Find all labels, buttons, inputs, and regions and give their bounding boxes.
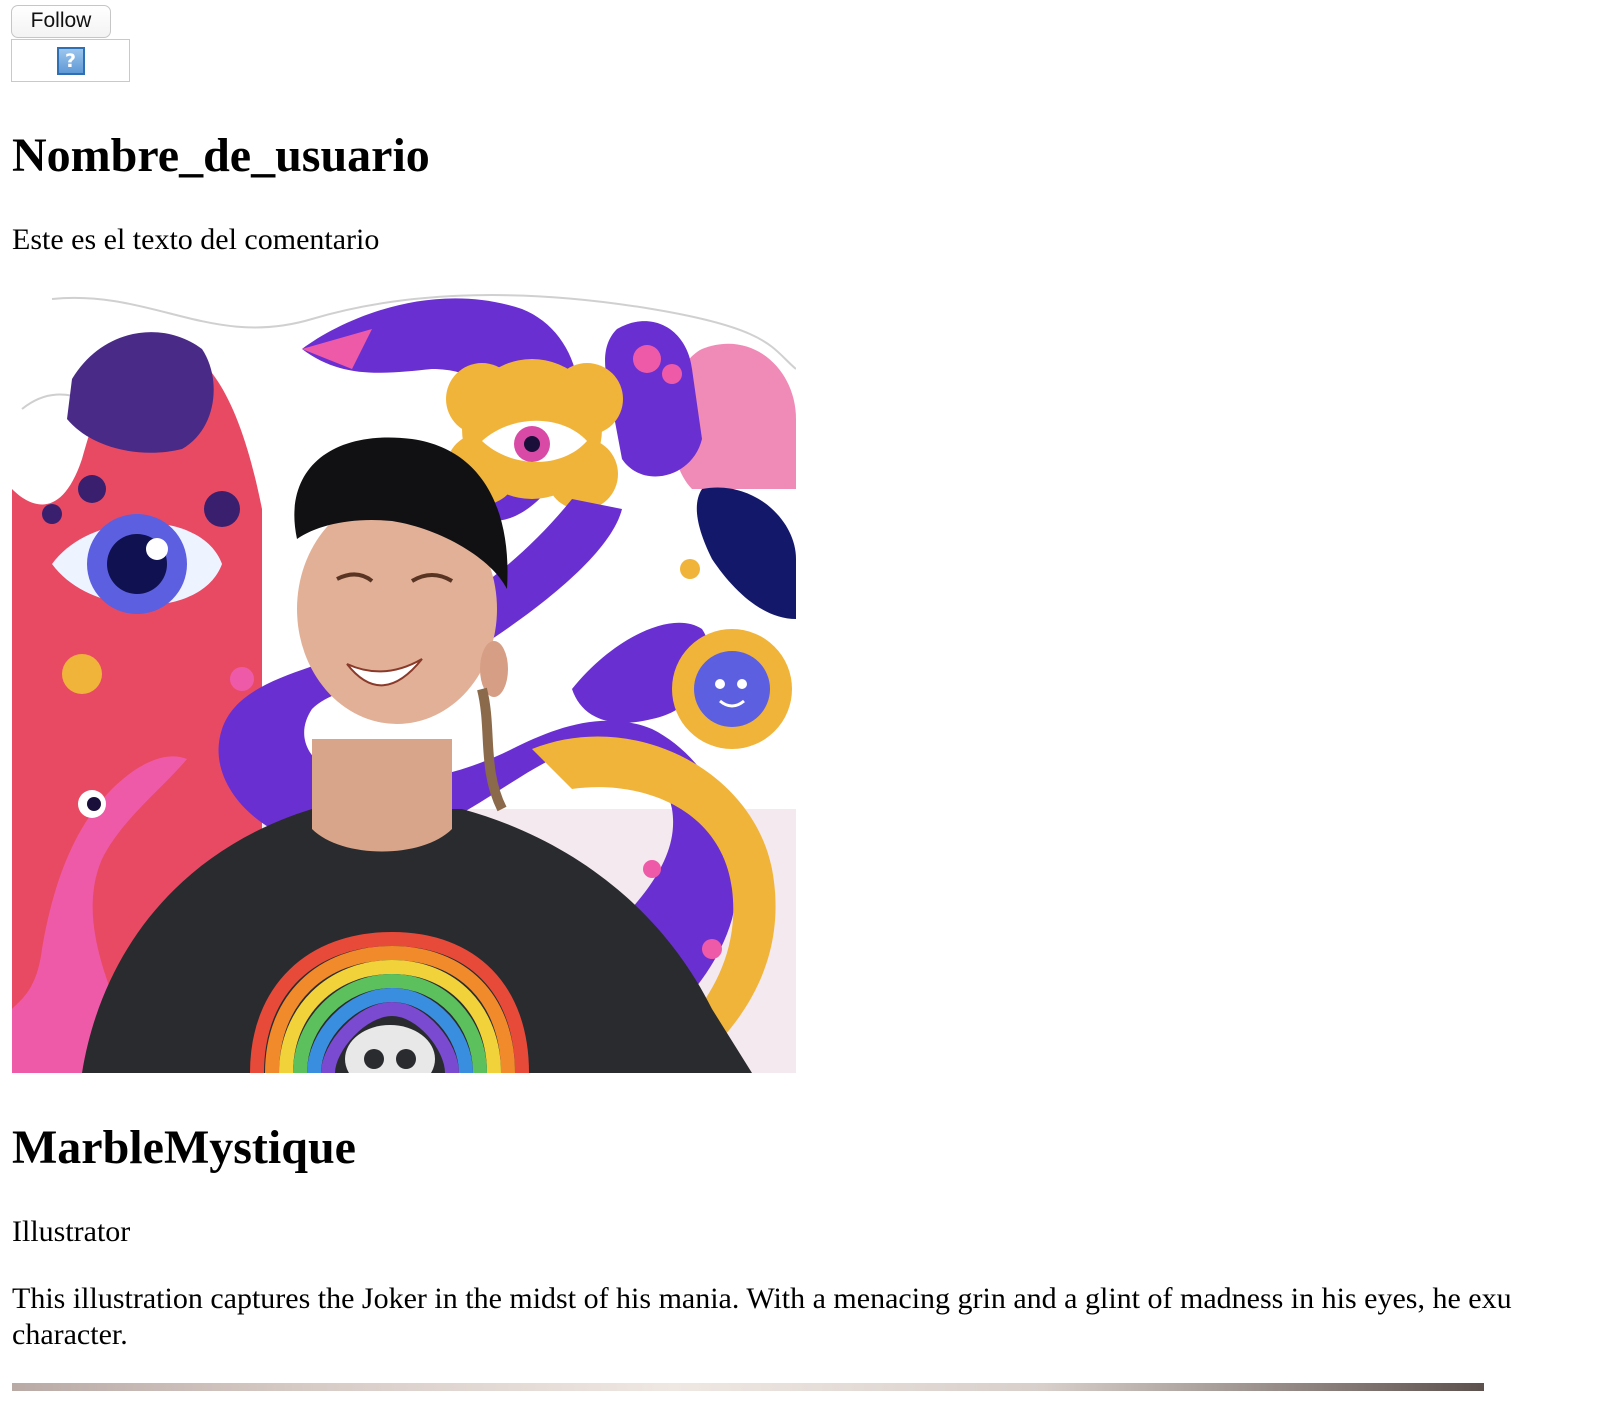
follow-button[interactable]: Follow: [11, 5, 111, 38]
comment-username: Nombre_de_usuario: [12, 129, 430, 182]
artist-role: Illustrator: [12, 1215, 131, 1248]
comment-text: Este es el texto del comentario: [12, 223, 380, 256]
artwork-description: This illustration captures the Joker in …: [12, 1282, 1512, 1351]
next-image-top-edge: [12, 1383, 1484, 1391]
question-mark-icon: ?: [56, 46, 85, 75]
featured-illustration-image: [12, 289, 796, 1073]
illustration-art: [12, 289, 796, 1073]
artist-name: MarbleMystique: [12, 1121, 356, 1174]
broken-image-placeholder: ?: [11, 39, 130, 82]
